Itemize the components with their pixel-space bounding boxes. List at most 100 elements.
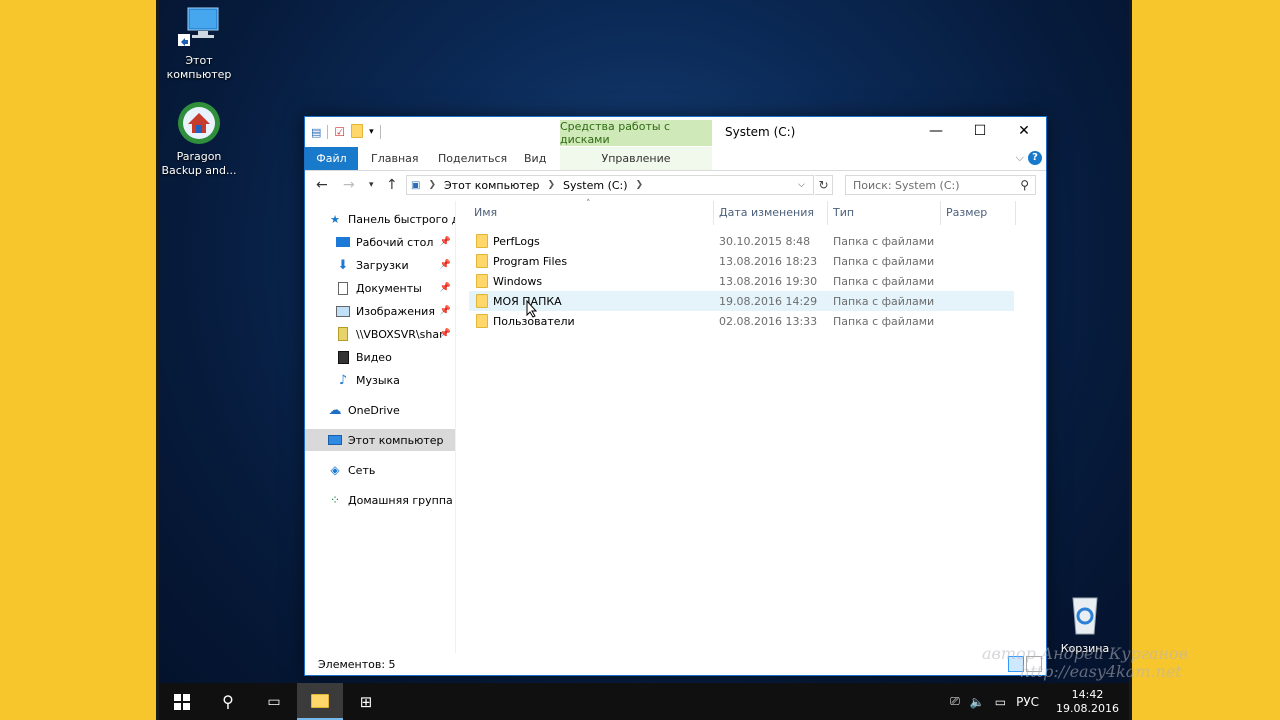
- task-view-icon: ▭: [267, 693, 281, 710]
- tab-view[interactable]: Вид: [524, 147, 546, 170]
- mouse-cursor-icon: [526, 300, 538, 318]
- task-view-button[interactable]: ▭: [251, 683, 297, 720]
- pictures-icon: [335, 303, 351, 319]
- nav-this-pc[interactable]: Этот компьютер: [305, 429, 455, 451]
- folder-icon: [311, 693, 329, 708]
- tab-share[interactable]: Поделиться: [438, 147, 507, 170]
- nav-label: \\VBOXSVR\shar: [356, 327, 444, 341]
- window-title: System (C:): [725, 125, 796, 139]
- paragon-icon: [176, 100, 222, 146]
- pin-icon[interactable]: 📌: [440, 260, 451, 270]
- file-date: 02.08.2016 13:33: [719, 314, 818, 328]
- nav-video[interactable]: Видео: [305, 346, 455, 368]
- clock[interactable]: 14:42 19.08.2016: [1056, 688, 1119, 716]
- file-date: 30.10.2015 8:48: [719, 234, 811, 248]
- nav-music[interactable]: ♪ Музыка: [305, 369, 455, 391]
- tab-file[interactable]: Файл: [305, 147, 358, 170]
- column-header-name[interactable]: Имя: [469, 201, 714, 225]
- divider: [379, 125, 381, 139]
- notifications-icon[interactable]: ▭: [995, 695, 1006, 709]
- column-header-size[interactable]: Размер: [941, 201, 1016, 225]
- search-button[interactable]: ⚲: [205, 683, 251, 720]
- ribbon-tabs: Файл Главная Поделиться Вид Управление ⌵…: [305, 147, 1046, 171]
- list-item[interactable]: Windows 13.08.2016 19:30 Папка с файлами: [469, 271, 1014, 291]
- title-bar[interactable]: ▤ ☑ ▾ Средства работы с дисками System (…: [305, 117, 1046, 147]
- search-icon[interactable]: ⚲: [1020, 178, 1029, 192]
- desktop-icon-label: компьютер: [166, 68, 232, 81]
- network-icon[interactable]: ⎚: [950, 694, 960, 709]
- chevron-right-icon[interactable]: ❯: [548, 180, 556, 190]
- address-toolbar: ← → ▾ ↑ ▣ ❯ Этот компьютер ❯ System (C:)…: [305, 171, 1046, 201]
- search-input[interactable]: Поиск: System (C:) ⚲: [845, 175, 1036, 195]
- pin-icon[interactable]: 📌: [440, 329, 451, 339]
- refresh-icon[interactable]: ↻: [815, 175, 833, 195]
- folder-icon: [476, 254, 488, 271]
- file-type: Папка с файлами: [833, 314, 935, 328]
- address-bar[interactable]: ▣ ❯ Этот компьютер ❯ System (C:) ❯: [406, 175, 814, 195]
- back-arrow-icon[interactable]: ←: [316, 177, 328, 193]
- chevron-right-icon[interactable]: ❯: [428, 180, 436, 190]
- list-item[interactable]: Пользователи 02.08.2016 13:33 Папка с фа…: [469, 311, 1014, 331]
- file-explorer-taskbar-button[interactable]: [297, 683, 343, 720]
- nav-homegroup[interactable]: ⁘ Домашняя группа: [305, 489, 455, 511]
- store-taskbar-button[interactable]: ⊞: [343, 683, 389, 720]
- properties-icon[interactable]: ▤: [311, 126, 321, 139]
- pin-icon[interactable]: 📌: [440, 283, 451, 293]
- cloud-icon: ☁: [328, 402, 342, 418]
- address-dropdown-icon[interactable]: ⌵: [798, 180, 805, 190]
- clock-time: 14:42: [1071, 687, 1104, 701]
- start-button[interactable]: [159, 683, 205, 720]
- column-header-date[interactable]: Дата изменения: [714, 201, 828, 225]
- list-item[interactable]: PerfLogs 30.10.2015 8:48 Папка с файлами: [469, 231, 1014, 251]
- recent-locations-chevron-icon[interactable]: ▾: [369, 180, 374, 190]
- file-list: ˄ Имя Дата изменения Тип Размер PerfLogs…: [456, 199, 1046, 653]
- search-icon: ⚲: [222, 692, 234, 711]
- nav-network[interactable]: ◈ Сеть: [305, 459, 455, 481]
- computer-icon: ▣: [411, 179, 421, 191]
- nav-downloads[interactable]: ⬇ Загрузки 📌: [305, 254, 455, 276]
- language-indicator[interactable]: РУС: [1016, 695, 1039, 709]
- volume-icon[interactable]: 🔈: [970, 695, 985, 709]
- list-item[interactable]: МОЯ ПАПКА 19.08.2016 14:29 Папка с файла…: [469, 291, 1014, 311]
- file-type: Папка с файлами: [833, 274, 935, 288]
- nav-label: Рабочий стол: [356, 235, 434, 249]
- nav-pictures[interactable]: Изображения 📌: [305, 300, 455, 322]
- nav-documents[interactable]: Документы 📌: [305, 277, 455, 299]
- checklist-icon[interactable]: ☑: [334, 125, 345, 139]
- desktop-icon-label: Этот: [185, 54, 213, 67]
- windows-logo-icon: [174, 693, 190, 710]
- list-item[interactable]: Program Files 13.08.2016 18:23 Папка с ф…: [469, 251, 1014, 271]
- pin-icon[interactable]: 📌: [440, 306, 451, 316]
- breadcrumb-this-pc[interactable]: Этот компьютер: [444, 179, 540, 192]
- tab-home[interactable]: Главная: [371, 147, 419, 170]
- nav-quick-access[interactable]: ★ Панель быстрого доступа: [305, 208, 455, 230]
- minimize-button[interactable]: —: [914, 117, 958, 145]
- clock-date: 19.08.2016: [1056, 701, 1119, 715]
- desktop-icon-paragon[interactable]: Paragon Backup and...: [159, 100, 239, 178]
- video-icon: [335, 349, 351, 365]
- close-button[interactable]: ✕: [1002, 117, 1046, 145]
- pin-icon[interactable]: 📌: [440, 237, 451, 247]
- desktop-icon-label: Backup and...: [161, 164, 237, 177]
- up-arrow-icon[interactable]: ↑: [386, 177, 398, 193]
- tab-manage[interactable]: Управление: [560, 147, 712, 170]
- folder-icon: [476, 274, 488, 291]
- chevron-down-icon[interactable]: ⌵: [1016, 151, 1024, 165]
- chevron-down-icon[interactable]: ▾: [369, 127, 374, 137]
- breadcrumb-system-c[interactable]: System (C:): [563, 179, 628, 192]
- new-folder-icon[interactable]: [351, 123, 364, 141]
- nav-onedrive[interactable]: ☁ OneDrive: [305, 399, 455, 421]
- nav-network-share[interactable]: \\VBOXSVR\shar 📌: [305, 323, 455, 345]
- nav-desktop[interactable]: Рабочий стол 📌: [305, 231, 455, 253]
- nav-label: OneDrive: [348, 403, 400, 417]
- chevron-right-icon[interactable]: ❯: [636, 180, 644, 190]
- music-icon: ♪: [338, 372, 348, 388]
- maximize-button[interactable]: ☐: [958, 117, 1002, 145]
- file-name: Windows: [493, 274, 543, 288]
- help-icon[interactable]: ?: [1028, 151, 1042, 165]
- column-header-type[interactable]: Тип: [828, 201, 941, 225]
- forward-arrow-icon[interactable]: →: [343, 177, 355, 193]
- store-icon: ⊞: [359, 692, 373, 711]
- desktop-icon-this-pc[interactable]: Этот компьютер: [159, 4, 239, 82]
- yellow-frame-right: [1132, 0, 1280, 720]
